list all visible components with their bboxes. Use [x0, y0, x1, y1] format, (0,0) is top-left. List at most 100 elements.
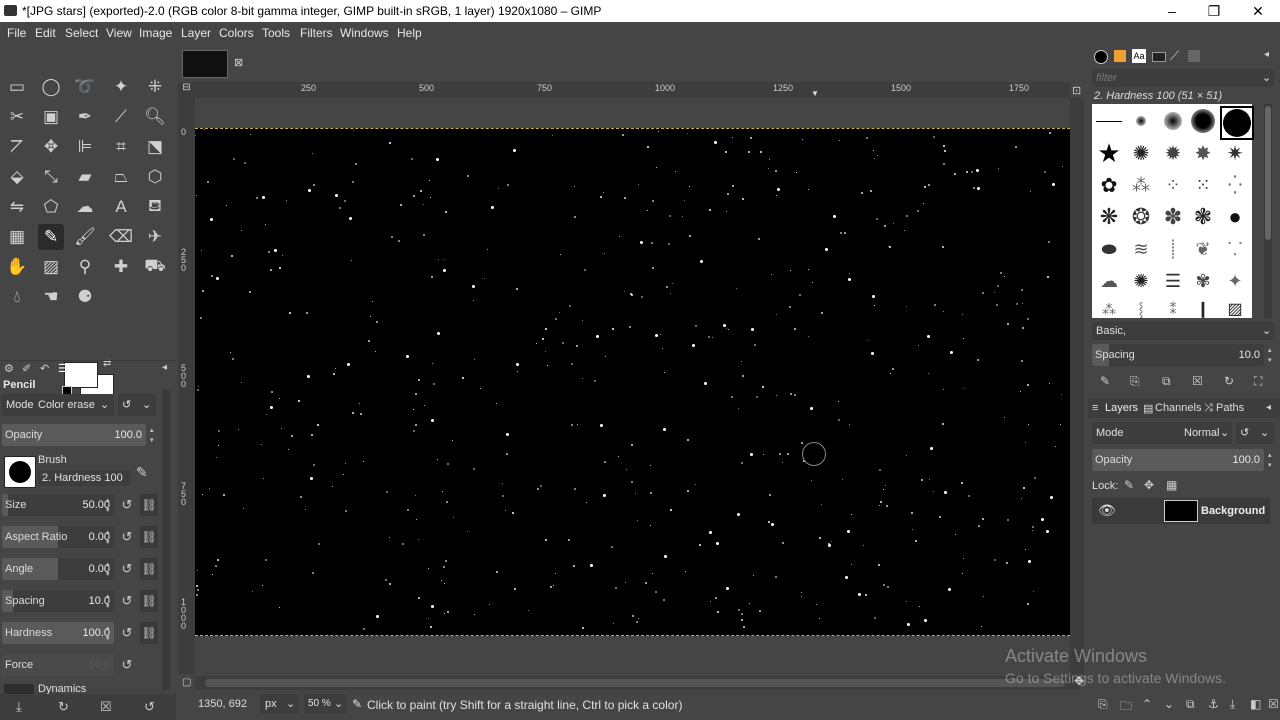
brush-hardness-100-icon[interactable]	[1220, 106, 1254, 140]
brush-leaves-icon[interactable]: ❦	[1188, 234, 1218, 264]
open-brush-image-icon[interactable]: ⛶	[1254, 374, 1262, 389]
zoom-dropdown[interactable]: 50 % ⌄	[304, 694, 346, 714]
refresh-brushes-icon[interactable]: ↻	[1224, 374, 1234, 388]
left-ruler[interactable]: 0 250 500 750 1000	[178, 98, 195, 674]
brush-texture-1-icon[interactable]: ❋	[1094, 202, 1124, 232]
brush-noise-icon[interactable]: ⸪	[1220, 234, 1250, 264]
brush-row7-4-icon[interactable]: ❙	[1188, 294, 1218, 324]
tab-paths[interactable]: Paths	[1216, 402, 1244, 414]
zoom-fit-icon[interactable]: ⊡	[1072, 84, 1081, 97]
pencil-icon[interactable]: ✎	[38, 224, 64, 250]
menu-view[interactable]: View	[106, 26, 132, 40]
paint-dynamics-tab-icon[interactable]: ⟋	[1170, 48, 1179, 64]
restore-options-icon[interactable]: ↻	[58, 699, 69, 715]
brush-cells-icon[interactable]: ⬬	[1094, 234, 1124, 264]
gradient-icon[interactable]: ▦	[4, 224, 30, 250]
mypaint-icon[interactable]: ▨	[38, 254, 64, 280]
blur-icon[interactable]: 💧︎	[4, 284, 30, 310]
quick-mask-icon[interactable]: ▢	[182, 677, 191, 688]
delete-options-icon[interactable]: ☒	[100, 699, 112, 715]
device-status-tab-icon[interactable]: ✐	[22, 362, 31, 375]
delete-brush-icon[interactable]: ☒	[1192, 374, 1203, 388]
brush-rock-icon[interactable]: ✾	[1188, 266, 1218, 296]
paths-icon[interactable]: ✒	[72, 104, 98, 130]
brush-spray-icon[interactable]: ⁙	[1188, 170, 1218, 200]
layers-menu-icon[interactable]: ◂	[1266, 402, 1271, 413]
brush-tag-input[interactable]: Basic, ⌄	[1092, 322, 1274, 340]
document-history-tab-icon[interactable]	[1152, 52, 1166, 62]
brush-bark-icon[interactable]: ≋	[1126, 234, 1156, 264]
brush-sponge-icon[interactable]: ✿	[1094, 170, 1124, 200]
brush-pepper-icon[interactable]: ✦	[1220, 266, 1250, 296]
restore-button[interactable]: ❐	[1192, 0, 1236, 22]
vertical-scrollbar[interactable]	[1070, 98, 1084, 674]
menu-layer[interactable]: Layer	[181, 26, 211, 40]
ellipse-select-icon[interactable]: ◯	[38, 74, 64, 100]
layer-row[interactable]: 👁︎ Background	[1092, 498, 1270, 524]
tool-options-tab-icon[interactable]: ⚙	[4, 362, 14, 375]
aspect-ratio-spinner[interactable]: ▴ ▾	[106, 528, 114, 550]
new-layer-icon[interactable]: ⎘	[1098, 697, 1108, 712]
force-reset-icon[interactable]: ↺	[118, 656, 136, 674]
brush-texture-3-icon[interactable]: ✽	[1158, 202, 1188, 232]
brush-row7-2-icon[interactable]: ⸾	[1126, 294, 1156, 324]
brush-filter-input[interactable]: filter ⌄	[1092, 69, 1274, 87]
lower-layer-icon[interactable]: ⌄	[1164, 697, 1174, 711]
delete-layer-icon[interactable]: ☒	[1268, 697, 1279, 711]
angle-spinner[interactable]: ▴ ▾	[106, 560, 114, 582]
spacing-reset-icon[interactable]: ↺	[118, 592, 136, 610]
duplicate-brush-icon[interactable]: ⧉	[1162, 374, 1171, 389]
dock-menu-icon[interactable]: ◂	[1264, 49, 1269, 60]
color-select-icon[interactable]: ⁜	[142, 74, 168, 100]
brush-chalk-icon[interactable]: ✸	[1188, 138, 1218, 168]
opacity-spinner[interactable]: ▴ ▾	[150, 426, 158, 448]
anchor-layer-icon[interactable]: ⚓︎	[1208, 697, 1219, 711]
tab-layers[interactable]: Layers	[1105, 402, 1138, 414]
new-layer-group-icon[interactable]: 🗀︎	[1120, 697, 1132, 718]
spacing-slider[interactable]: Spacing 10.0	[2, 590, 114, 612]
rect-select-icon[interactable]: ▭	[4, 74, 30, 100]
brushes-tab-icon[interactable]	[1094, 50, 1108, 64]
angle-reset-icon[interactable]: ↺	[118, 560, 136, 578]
layer-mask-icon[interactable]: ◧	[1250, 697, 1261, 711]
horizontal-scroll-thumb[interactable]	[205, 679, 1065, 687]
menu-tools[interactable]: Tools	[262, 26, 290, 40]
menu-file[interactable]: File	[7, 26, 26, 40]
brush-row7-5-icon[interactable]: ▨	[1220, 294, 1250, 324]
brush-acrylic-icon[interactable]: ✹	[1158, 138, 1188, 168]
save-options-icon[interactable]: ⤓	[16, 699, 22, 715]
size-spinner[interactable]: ▴ ▾	[106, 496, 114, 518]
layer-mode-reset-dropdown[interactable]: ↺ ⌄	[1236, 422, 1274, 444]
panel-menu-icon[interactable]: ◂	[162, 362, 167, 373]
lock-alpha-icon[interactable]: ▦	[1166, 478, 1177, 492]
brush-grass-icon[interactable]: ⁂	[1126, 170, 1156, 200]
brush-texture-5-icon[interactable]: ●	[1220, 202, 1250, 232]
size-reset-icon[interactable]: ↺	[118, 496, 136, 514]
3d-transform-icon[interactable]: ⬡	[142, 164, 168, 190]
minimize-button[interactable]: –	[1150, 0, 1194, 22]
foreground-color-swatch[interactable]	[64, 362, 98, 388]
brush-grid[interactable]: ★ ✺ ✹ ✸ ✷ ✿ ⁂ ⁘ ⁙ ⁛ ❋ ❂ ✽ ❃ ● ⬬ ≋ ⸽ ❦ ⸪ …	[1092, 104, 1254, 318]
brush-smoke-icon[interactable]: ☁	[1094, 266, 1124, 296]
image-tab-thumbnail[interactable]	[182, 50, 228, 78]
layer-opacity-spinner[interactable]: ▴ ▾	[1268, 451, 1276, 473]
crop-icon[interactable]: ⌗	[108, 134, 134, 160]
aspect-ratio-link-icon[interactable]: ⛓	[140, 526, 158, 548]
mode-reset-dropdown[interactable]: ↺ ⌄	[118, 394, 156, 416]
brush-pixel-icon[interactable]	[1094, 106, 1124, 136]
visibility-eye-icon[interactable]: 👁︎	[1098, 502, 1116, 519]
brush-star-icon[interactable]: ★	[1094, 138, 1124, 168]
unit-dropdown[interactable]: px ⌄	[260, 694, 298, 714]
ruler-corner-icon[interactable]: ⊟	[178, 82, 195, 98]
brush-soft-large-icon[interactable]	[1188, 106, 1218, 136]
brush-scratch-icon[interactable]: ⸽	[1158, 234, 1188, 264]
cage-icon[interactable]: ⬠	[38, 194, 64, 220]
gradients-tab-icon[interactable]	[1188, 50, 1200, 62]
close-tab-icon[interactable]: ⊠	[234, 56, 243, 69]
brush-charcoal-icon[interactable]: ✷	[1220, 138, 1250, 168]
shear-icon[interactable]: ▰	[72, 164, 98, 190]
perspective-icon[interactable]: ⏢	[108, 164, 134, 190]
reset-options-icon[interactable]: ↺	[144, 699, 155, 715]
smudge-warp-icon[interactable]: ☁	[72, 194, 98, 220]
brush-name-field[interactable]: 2. Hardness 100	[38, 470, 130, 486]
